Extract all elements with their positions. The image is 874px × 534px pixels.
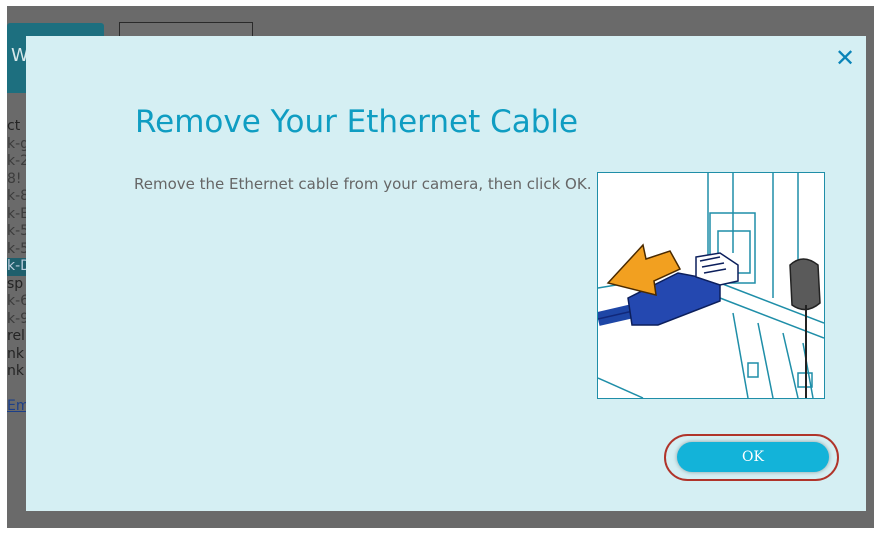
remove-ethernet-dialog: ✕ Remove Your Ethernet Cable Remove the … (26, 36, 866, 511)
background-list-item: ct (7, 118, 21, 134)
background-list-item: k-g (7, 135, 27, 152)
dialog-title: Remove Your Ethernet Cable (135, 104, 579, 140)
background-device-list: ct k-g k-2 8! k-8 k-E k-5 k-5 k-D sp k-6 k-9 rel nk nk… (7, 118, 27, 416)
background-list-item: 8! (7, 170, 22, 187)
background-list-item (7, 381, 27, 399)
background-list-item: sp (7, 275, 24, 292)
background-list-item: rel (7, 328, 25, 344)
background-list-item: Em (7, 398, 27, 414)
dialog-description: Remove the Ethernet cable from your came… (134, 175, 592, 193)
background-list-item: k-E (7, 205, 27, 222)
background-list-item: k-5 (7, 240, 27, 257)
background-list-item: k-6 (7, 293, 27, 309)
background-list-item: nk (7, 345, 24, 362)
ethernet-cable-illustration (596, 172, 825, 399)
background-list-item: k-9 (7, 310, 27, 327)
close-icon[interactable]: ✕ (834, 46, 856, 70)
background-list-item: k-8 (7, 188, 27, 204)
background-list-item: k-2 (7, 153, 27, 169)
background-list-item: k-5 (7, 223, 27, 239)
ethernet-cable-icon (596, 173, 825, 399)
background-list-item: nk (7, 363, 24, 379)
ok-button[interactable]: OK (677, 442, 829, 472)
ok-button-highlight: OK (664, 434, 839, 482)
background-list-item: k-D (7, 258, 27, 276)
